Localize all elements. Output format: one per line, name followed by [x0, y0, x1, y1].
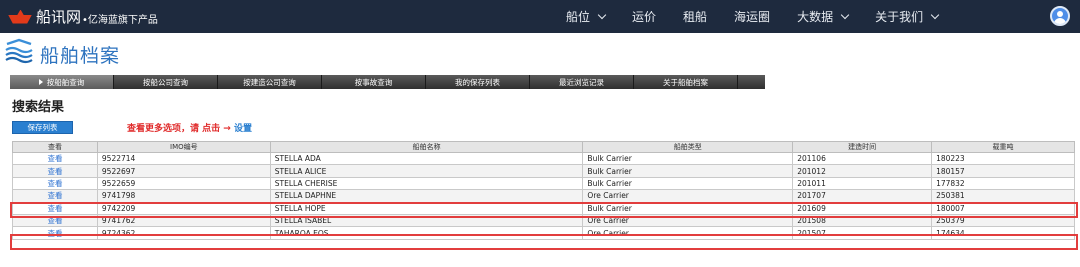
user-avatar-icon[interactable]: [1050, 6, 1070, 26]
ship-type-cell: Ore Carrier: [582, 226, 794, 240]
nav-shipping-circle[interactable]: 海运圈: [734, 8, 770, 25]
ship-type-cell: Ore Carrier: [582, 189, 794, 203]
build-date-cell: 201012: [792, 164, 933, 178]
build-date-cell: 201707: [792, 189, 933, 203]
ship-name-cell: STELLA CHERISE: [269, 176, 584, 191]
ship-archive-logo-icon: [5, 38, 33, 64]
table-row: 查看 9741798 STELLA DAPHNE Ore Carrier 201…: [12, 189, 1075, 203]
imo-cell: 9741798: [96, 189, 271, 203]
table-row: 查看 9742209 STELLA HOPE Bulk Carrier 2016…: [12, 201, 1075, 215]
nav-ship-position[interactable]: 船位: [566, 8, 607, 25]
tab-about-ship-archive[interactable]: 关于船舶档案: [634, 75, 738, 89]
search-results-heading: 搜索结果: [12, 100, 65, 115]
brand-logo[interactable]: 船讯网 •亿海蓝旗下产品: [8, 6, 158, 27]
table-header-row: 查看 IMO编号 船舶名称 船舶类型 建造时间 载重吨: [12, 141, 1075, 153]
dwt-cell: 174634: [931, 226, 1075, 240]
hint-text: 查看更多选项，请 点击: [127, 124, 221, 134]
tab-search-by-builder[interactable]: 按建造公司查询: [218, 75, 322, 89]
dwt-cell: 180157: [931, 164, 1075, 178]
view-link[interactable]: 查看: [12, 226, 98, 240]
dwt-cell: 180223: [931, 151, 1075, 166]
arrow-right-icon: →: [223, 124, 231, 134]
imo-cell: 9522697: [96, 164, 271, 178]
build-date-cell: 201609: [792, 201, 933, 215]
dwt-cell: 180007: [931, 201, 1075, 215]
results-table: 查看 IMO编号 船舶名称 船舶类型 建造时间 载重吨 查看 9522714 S…: [12, 141, 1075, 240]
top-navigation-bar: 船讯网 •亿海蓝旗下产品 船位 运价 租船 海运圈 大数据 关于我们: [0, 0, 1080, 33]
build-date-cell: 201508: [792, 213, 933, 228]
ship-name-cell: STELLA DAPHNE: [269, 189, 584, 203]
page-header: 船舶档案: [0, 33, 1080, 73]
table-row: 查看 9522697 STELLA ALICE Bulk Carrier 201…: [12, 164, 1075, 178]
build-date-cell: 201106: [792, 151, 933, 166]
tab-search-by-ship-company[interactable]: 按船公司查询: [114, 75, 218, 89]
tab-recent-browsing[interactable]: 最近浏览记录: [530, 75, 634, 89]
column-header-view: 查看: [12, 141, 98, 153]
column-header-dwt[interactable]: 载重吨: [931, 141, 1075, 153]
view-link[interactable]: 查看: [12, 151, 98, 166]
imo-cell: 9522659: [96, 176, 271, 191]
dwt-cell: 250381: [931, 189, 1075, 203]
nav-charter[interactable]: 租船: [683, 8, 707, 25]
view-link[interactable]: 查看: [12, 201, 98, 215]
view-link[interactable]: 查看: [12, 164, 98, 178]
view-link[interactable]: 查看: [12, 189, 98, 203]
tab-search-by-ship[interactable]: 按船舶查询: [10, 75, 114, 89]
imo-cell: 9742209: [96, 201, 271, 215]
nav-big-data[interactable]: 大数据: [797, 8, 850, 25]
build-date-cell: 201011: [792, 176, 933, 191]
table-row: 查看 9741762 STELLA ISABEL Ore Carrier 201…: [12, 213, 1075, 228]
table-row: 查看 9724362 TAHAROA EOS Ore Carrier 20150…: [12, 226, 1075, 240]
more-options-hint: 查看更多选项，请 点击 → 设置: [127, 121, 252, 134]
ship-type-cell: Bulk Carrier: [582, 201, 794, 215]
view-link[interactable]: 查看: [12, 176, 98, 191]
brand-subtitle: •亿海蓝旗下产品: [82, 14, 158, 26]
main-nav: 船位 运价 租船 海运圈 大数据 关于我们: [566, 0, 965, 33]
dwt-cell: 250379: [931, 213, 1075, 228]
column-header-imo[interactable]: IMO编号: [96, 141, 271, 153]
nav-about-us[interactable]: 关于我们: [875, 8, 940, 25]
nav-freight[interactable]: 运价: [632, 8, 656, 25]
table-row: 查看 9522714 STELLA ADA Bulk Carrier 20110…: [12, 151, 1075, 166]
ship-name-cell: STELLA ADA: [269, 151, 584, 166]
play-triangle-icon: [38, 79, 43, 85]
brand-name: 船讯网: [36, 8, 82, 26]
column-header-build-date[interactable]: 建造时间: [792, 141, 933, 153]
ship-type-cell: Ore Carrier: [582, 213, 794, 228]
chevron-down-icon: [840, 10, 850, 20]
ship-type-cell: Bulk Carrier: [582, 164, 794, 178]
column-header-ship-type[interactable]: 船舶类型: [582, 141, 794, 153]
ship-type-cell: Bulk Carrier: [582, 151, 794, 166]
imo-cell: 9741762: [96, 213, 271, 228]
search-tabs: 按船舶查询 按船公司查询 按建造公司查询 按事故查询 我的保存列表 最近浏览记录…: [10, 75, 765, 89]
tab-my-saved-list[interactable]: 我的保存列表: [426, 75, 530, 89]
tab-search-by-accident[interactable]: 按事故查询: [322, 75, 426, 89]
ship-name-cell: STELLA HOPE: [269, 201, 584, 215]
save-list-button[interactable]: 保存列表: [12, 121, 73, 134]
ship-name-cell: STELLA ISABEL: [269, 213, 584, 228]
chevron-down-icon: [597, 10, 607, 20]
page-title: 船舶档案: [40, 45, 121, 67]
table-row: 查看 9522659 STELLA CHERISE Bulk Carrier 2…: [12, 176, 1075, 191]
ship-name-cell: STELLA ALICE: [269, 164, 584, 178]
imo-cell: 9724362: [96, 226, 271, 240]
view-link[interactable]: 查看: [12, 213, 98, 228]
ship-logo-icon: [8, 9, 32, 24]
settings-link[interactable]: 设置: [234, 124, 252, 134]
dwt-cell: 177832: [931, 176, 1075, 191]
imo-cell: 9522714: [96, 151, 271, 166]
column-header-ship-name[interactable]: 船舶名称: [269, 141, 584, 153]
chevron-down-icon: [930, 10, 940, 20]
build-date-cell: 201507: [792, 226, 933, 240]
ship-name-cell: TAHAROA EOS: [269, 226, 584, 240]
ship-type-cell: Bulk Carrier: [582, 176, 794, 191]
